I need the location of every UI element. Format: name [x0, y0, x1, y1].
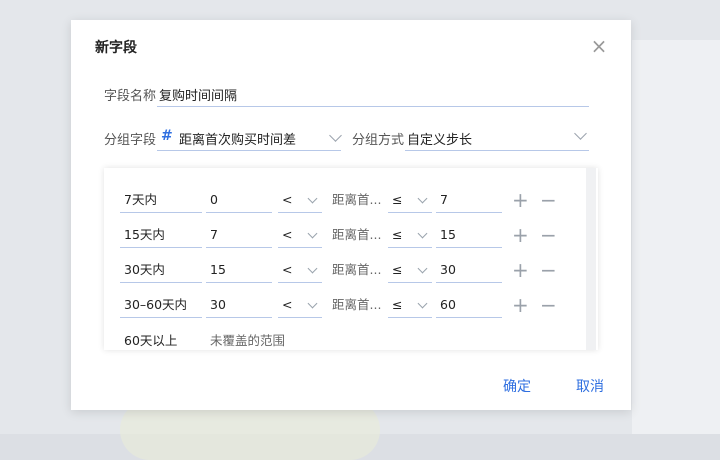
add-rule-icon[interactable]: +: [512, 294, 529, 316]
new-field-dialog: 新字段 × 字段名称 复购时间间隔 分组字段 # 距离首次购买时间差 分组方式 …: [71, 20, 631, 410]
rule-min-input[interactable]: 0: [206, 189, 272, 213]
group-field-underline: [157, 150, 341, 151]
chevron-down-icon: [307, 193, 318, 204]
field-name-input[interactable]: 复购时间间隔: [159, 85, 237, 104]
group-mode-select[interactable]: 自定义步长: [407, 129, 472, 148]
chevron-down-icon: [417, 228, 428, 239]
rule-field-name: 距离首...: [332, 227, 382, 242]
scrollbar[interactable]: [586, 168, 596, 350]
rule-op1-select[interactable]: <: [278, 189, 322, 213]
confirm-button[interactable]: 确定: [503, 376, 531, 396]
rule-name-input[interactable]: 30天内: [120, 259, 202, 283]
add-rule-icon[interactable]: +: [512, 189, 529, 211]
rule-max-input[interactable]: 7: [436, 189, 502, 213]
remove-rule-icon[interactable]: −: [540, 224, 557, 246]
other-rule-name: 60天以上: [124, 333, 178, 348]
rule-op2-select[interactable]: ≤: [388, 189, 432, 213]
remove-rule-icon[interactable]: −: [540, 294, 557, 316]
other-rule-desc: 未覆盖的范围: [210, 333, 286, 348]
background-panel: [632, 40, 720, 434]
chevron-down-icon[interactable]: [329, 129, 342, 142]
chevron-down-icon: [307, 228, 318, 239]
rule-name-input[interactable]: 7天内: [120, 189, 202, 213]
add-rule-icon[interactable]: +: [512, 224, 529, 246]
chevron-down-icon: [417, 298, 428, 309]
dialog-title: 新字段: [95, 40, 137, 56]
rule-field-name: 距离首...: [332, 192, 382, 207]
chevron-down-icon: [307, 263, 318, 274]
rule-min-input[interactable]: 7: [206, 224, 272, 248]
field-name-underline: [157, 106, 589, 107]
field-name-label: 字段名称: [104, 89, 157, 104]
rule-op1-select[interactable]: <: [278, 224, 322, 248]
cancel-button[interactable]: 取消: [576, 376, 604, 396]
rule-row: 30天内 15 < 距离首... ≤ 30 + −: [104, 259, 584, 294]
other-rule-row: 60天以上 未覆盖的范围: [104, 330, 584, 350]
hash-icon: #: [161, 128, 173, 144]
rule-name-input[interactable]: 15天内: [120, 224, 202, 248]
group-field-label: 分组字段: [104, 133, 157, 148]
group-mode-label: 分组方式: [352, 133, 405, 148]
group-mode-underline: [405, 150, 589, 151]
rule-max-input[interactable]: 30: [436, 259, 502, 283]
chevron-down-icon: [417, 263, 428, 274]
rule-max-input[interactable]: 60: [436, 294, 502, 318]
chevron-down-icon[interactable]: [574, 127, 587, 140]
rule-row: 7天内 0 < 距离首... ≤ 7 + −: [104, 189, 584, 224]
chevron-down-icon: [417, 193, 428, 204]
rule-op2-select[interactable]: ≤: [388, 259, 432, 283]
rule-max-input[interactable]: 15: [436, 224, 502, 248]
rule-op2-select[interactable]: ≤: [388, 294, 432, 318]
rule-op1-select[interactable]: <: [278, 294, 322, 318]
rule-field-name: 距离首...: [332, 262, 382, 277]
rule-row: 30–60天内 30 < 距离首... ≤ 60 + −: [104, 294, 584, 329]
rule-field-name: 距离首...: [332, 297, 382, 312]
chevron-down-icon: [307, 298, 318, 309]
group-rules-panel: 7天内 0 < 距离首... ≤ 7 + − 15天内 7 < 距离首... ≤…: [104, 168, 598, 350]
remove-rule-icon[interactable]: −: [540, 259, 557, 281]
rule-min-input[interactable]: 15: [206, 259, 272, 283]
close-icon[interactable]: ×: [589, 36, 609, 56]
rule-op1-select[interactable]: <: [278, 259, 322, 283]
rule-row: 15天内 7 < 距离首... ≤ 15 + −: [104, 224, 584, 259]
rule-op2-select[interactable]: ≤: [388, 224, 432, 248]
add-rule-icon[interactable]: +: [512, 259, 529, 281]
rule-min-input[interactable]: 30: [206, 294, 272, 318]
remove-rule-icon[interactable]: −: [540, 189, 557, 211]
group-field-select[interactable]: 距离首次购买时间差: [179, 129, 296, 148]
rule-name-input[interactable]: 30–60天内: [120, 294, 202, 318]
